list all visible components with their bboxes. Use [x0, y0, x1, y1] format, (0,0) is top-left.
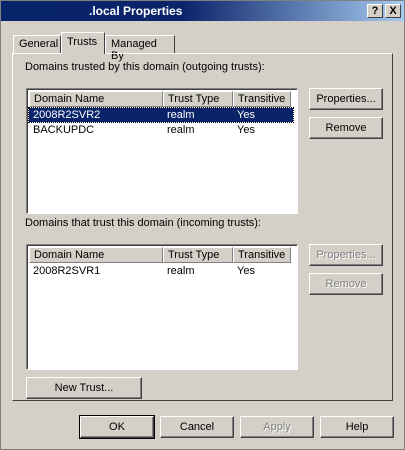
outgoing-remove-button[interactable]: Remove: [309, 117, 383, 139]
cancel-button[interactable]: Cancel: [160, 416, 234, 438]
trusts-panel: Domains trusted by this domain (outgoing…: [12, 53, 393, 401]
row-transitive: Yes: [237, 265, 255, 277]
row-trust-type: realm: [167, 124, 195, 136]
title-bar[interactable]: .local Properties ? X: [1, 1, 404, 21]
properties-dialog: .local Properties ? X General Trusts Man…: [0, 0, 405, 450]
apply-button[interactable]: Apply: [240, 416, 314, 438]
row-trust-type: realm: [167, 109, 195, 121]
row-domain-name: 2008R2SVR1: [33, 265, 101, 277]
row-transitive: Yes: [237, 124, 255, 136]
column-header-domain-name[interactable]: Domain Name: [29, 247, 163, 263]
row-transitive: Yes: [237, 109, 255, 121]
outgoing-trusts-label: Domains trusted by this domain (outgoing…: [25, 61, 265, 73]
column-header-transitive[interactable]: Transitive: [233, 247, 291, 263]
column-header-trust-type[interactable]: Trust Type: [163, 91, 233, 107]
incoming-trusts-list[interactable]: Domain Name Trust Type Transitive 2008R2…: [26, 244, 298, 370]
outgoing-trusts-list[interactable]: Domain Name Trust Type Transitive 2008R2…: [26, 88, 298, 214]
ok-button[interactable]: OK: [79, 415, 155, 439]
column-header-domain-name[interactable]: Domain Name: [29, 91, 163, 107]
new-trust-button[interactable]: New Trust...: [26, 377, 142, 399]
column-header-transitive[interactable]: Transitive: [233, 91, 291, 107]
incoming-properties-button[interactable]: Properties...: [309, 244, 383, 266]
row-domain-name: 2008R2SVR2: [33, 109, 101, 121]
table-row[interactable]: BACKUPDC realm Yes: [29, 123, 293, 137]
row-domain-name: BACKUPDC: [33, 124, 95, 136]
column-header-trust-type[interactable]: Trust Type: [163, 247, 233, 263]
incoming-remove-button[interactable]: Remove: [309, 273, 383, 295]
incoming-list-header: Domain Name Trust Type Transitive: [29, 247, 291, 263]
help-button[interactable]: Help: [320, 416, 394, 438]
incoming-trusts-label: Domains that trust this domain (incoming…: [25, 217, 261, 229]
tab-general[interactable]: General: [13, 35, 61, 53]
tab-trusts[interactable]: Trusts: [61, 32, 105, 54]
table-row[interactable]: 2008R2SVR2 realm Yes: [28, 107, 294, 123]
tab-managed-by[interactable]: Managed By: [105, 35, 175, 62]
help-icon[interactable]: ?: [367, 4, 383, 18]
outgoing-list-header: Domain Name Trust Type Transitive: [29, 91, 291, 107]
row-trust-type: realm: [167, 265, 195, 277]
close-icon[interactable]: X: [385, 4, 401, 18]
table-row[interactable]: 2008R2SVR1 realm Yes: [29, 264, 293, 278]
outgoing-properties-button[interactable]: Properties...: [309, 88, 383, 110]
window-title: .local Properties: [89, 4, 183, 18]
